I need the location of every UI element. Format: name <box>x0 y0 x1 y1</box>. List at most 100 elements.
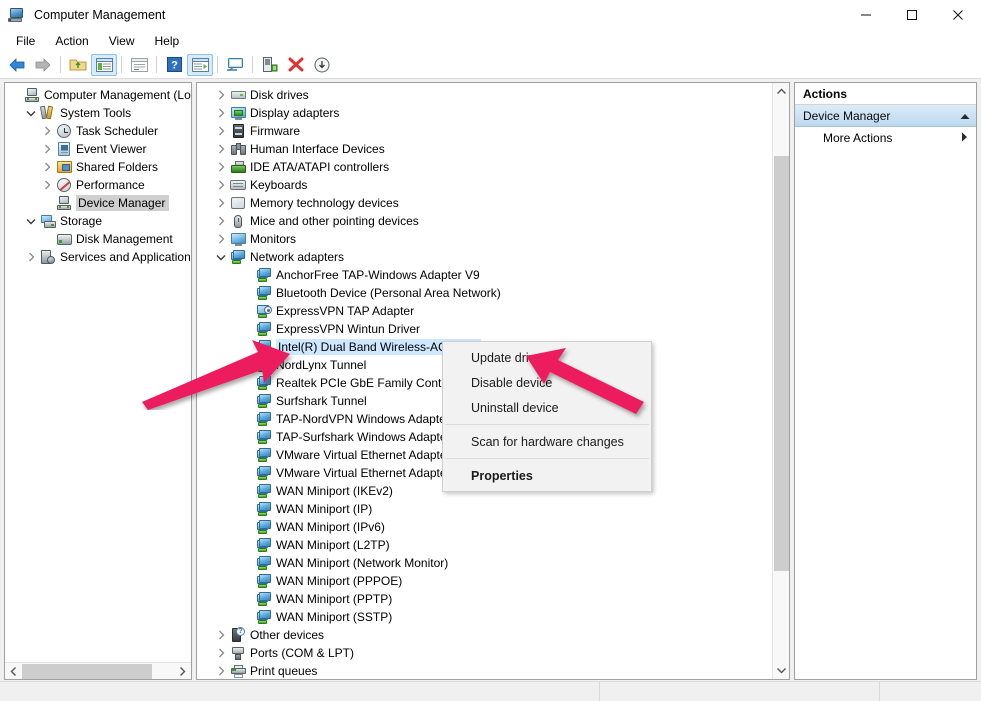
chevron-right-icon[interactable] <box>213 626 229 644</box>
device-tree-item[interactable]: WAN Miniport (IPv6) <box>203 518 771 536</box>
device-tree-item[interactable]: Ports (COM & LPT) <box>203 644 771 662</box>
actions-group-device-manager[interactable]: Device Manager <box>795 105 976 127</box>
device-tree-item[interactable]: Display adapters <box>203 104 771 122</box>
console-tree-item[interactable]: Computer Management (Local <box>5 86 191 104</box>
show-action-pane-icon[interactable] <box>187 53 213 76</box>
device-tree-item[interactable]: WAN Miniport (IP) <box>203 500 771 518</box>
device-tree-item[interactable]: WAN Miniport (L2TP) <box>203 536 771 554</box>
context-menu-item[interactable]: Disable device <box>443 370 651 395</box>
display-compatible-icon[interactable] <box>222 54 248 76</box>
network-adapter-icon <box>255 518 273 536</box>
console-tree-item[interactable]: Storage <box>5 212 191 230</box>
chevron-right-icon[interactable] <box>39 122 55 140</box>
context-menu-separator <box>445 424 649 425</box>
chevron-right-icon[interactable] <box>213 644 229 662</box>
console-tree[interactable]: Computer Management (Local System Tools Ta… <box>5 86 191 661</box>
actions-group-label: Device Manager <box>803 108 891 123</box>
chevron-down-icon[interactable] <box>23 212 39 230</box>
context-menu-item-label: Properties <box>471 468 533 483</box>
network-adapter-icon <box>255 392 273 410</box>
device-tree-item[interactable]: Bluetooth Device (Personal Area Network) <box>203 284 771 302</box>
device-tree-item[interactable]: Firmware <box>203 122 771 140</box>
chevron-right-icon[interactable] <box>23 248 39 266</box>
console-tree-hscrollbar[interactable] <box>5 662 191 679</box>
actions-item-more-actions[interactable]: More Actions <box>795 127 976 149</box>
device-tree-item[interactable]: ? Other devices <box>203 626 771 644</box>
uninstall-device-icon[interactable] <box>283 54 309 76</box>
chevron-right-icon[interactable] <box>213 230 229 248</box>
chevron-right-icon[interactable] <box>961 131 968 145</box>
menu-view[interactable]: View <box>99 32 145 50</box>
console-tree-item[interactable]: Task Scheduler <box>5 122 191 140</box>
menu-action[interactable]: Action <box>45 32 98 50</box>
scroll-left-arrow-icon[interactable] <box>5 663 22 680</box>
chevron-up-icon[interactable] <box>960 109 970 123</box>
console-tree-item[interactable]: Disk Management <box>5 230 191 248</box>
device-tree-item[interactable]: Memory technology devices <box>203 194 771 212</box>
device-tree-item-label: Ports (COM & LPT) <box>250 646 355 660</box>
vscrollbar-thumb[interactable] <box>774 156 789 571</box>
device-tree-item[interactable]: ExpressVPN TAP Adapter <box>203 302 771 320</box>
device-tree-item[interactable]: WAN Miniport (PPPOE) <box>203 572 771 590</box>
device-tree-item[interactable]: WAN Miniport (SSTP) <box>203 608 771 626</box>
properties-icon[interactable] <box>126 54 152 76</box>
chevron-right-icon[interactable] <box>213 194 229 212</box>
console-tree-item[interactable]: Device Manager <box>5 194 191 212</box>
forward-icon[interactable] <box>30 54 56 76</box>
chevron-right-icon[interactable] <box>213 212 229 230</box>
hscrollbar-thumb[interactable] <box>22 663 152 679</box>
console-tree-item[interactable]: Performance <box>5 176 191 194</box>
chevron-right-icon[interactable] <box>213 176 229 194</box>
console-tree-item[interactable]: Services and Applications <box>5 248 191 266</box>
device-tree-item[interactable]: Keyboards <box>203 176 771 194</box>
network-adapter-icon <box>255 446 273 464</box>
update-driver-icon[interactable] <box>257 54 283 76</box>
scroll-down-arrow-icon[interactable] <box>773 662 789 679</box>
device-tree-item[interactable]: WAN Miniport (Network Monitor) <box>203 554 771 572</box>
minimize-button[interactable] <box>843 0 889 30</box>
chevron-right-icon[interactable] <box>213 104 229 122</box>
console-tree-item[interactable]: System Tools <box>5 104 191 122</box>
device-tree-item[interactable]: Disk drives <box>203 86 771 104</box>
chevron-right-icon[interactable] <box>213 122 229 140</box>
device-tree-item[interactable]: IDE ATA/ATAPI controllers <box>203 158 771 176</box>
console-tree-item[interactable]: Shared Folders <box>5 158 191 176</box>
device-tree-item[interactable]: WAN Miniport (PPTP) <box>203 590 771 608</box>
context-menu-item[interactable]: Uninstall device <box>443 395 651 420</box>
context-menu-item[interactable]: Properties <box>443 463 651 488</box>
device-tree-item-label: Other devices <box>250 628 325 642</box>
chevron-down-icon[interactable] <box>213 248 229 266</box>
chevron-right-icon[interactable] <box>213 662 229 679</box>
chevron-right-icon[interactable] <box>39 140 55 158</box>
console-tree-panel[interactable]: Computer Management (Local System Tools Ta… <box>4 82 192 680</box>
context-menu-item[interactable]: Update driver <box>443 345 651 370</box>
scan-hardware-icon[interactable] <box>309 54 335 76</box>
menu-help[interactable]: Help <box>145 32 190 50</box>
chevron-right-icon[interactable] <box>213 86 229 104</box>
device-tree-item[interactable]: Monitors <box>203 230 771 248</box>
chevron-right-icon[interactable] <box>213 140 229 158</box>
chevron-right-icon[interactable] <box>39 158 55 176</box>
back-icon[interactable] <box>4 54 30 76</box>
device-tree-vscrollbar[interactable] <box>772 83 789 679</box>
context-menu-item[interactable]: Scan for hardware changes <box>443 429 651 454</box>
help-icon[interactable]: ? <box>161 54 187 76</box>
scroll-right-arrow-icon[interactable] <box>174 663 191 680</box>
chevron-right-icon[interactable] <box>39 176 55 194</box>
maximize-button[interactable] <box>889 0 935 30</box>
close-button[interactable] <box>935 0 981 30</box>
device-tree-item[interactable]: Human Interface Devices <box>203 140 771 158</box>
menu-file[interactable]: File <box>6 32 45 50</box>
scroll-up-arrow-icon[interactable] <box>773 83 789 100</box>
device-tree-item[interactable]: ExpressVPN Wintun Driver <box>203 320 771 338</box>
device-tree-item[interactable]: Print queues <box>203 662 771 679</box>
chevron-down-icon[interactable] <box>23 104 39 122</box>
device-tree-item[interactable]: Mice and other pointing devices <box>203 212 771 230</box>
device-tree-item[interactable]: Network adapters <box>203 248 771 266</box>
up-folder-icon[interactable] <box>65 54 91 76</box>
console-tree-item[interactable]: Event Viewer <box>5 140 191 158</box>
device-tree-item[interactable]: AnchorFree TAP-Windows Adapter V9 <box>203 266 771 284</box>
device-context-menu[interactable]: Update driver Disable device Uninstall dev… <box>442 341 652 492</box>
chevron-right-icon[interactable] <box>213 158 229 176</box>
show-console-tree-icon[interactable] <box>91 53 117 76</box>
